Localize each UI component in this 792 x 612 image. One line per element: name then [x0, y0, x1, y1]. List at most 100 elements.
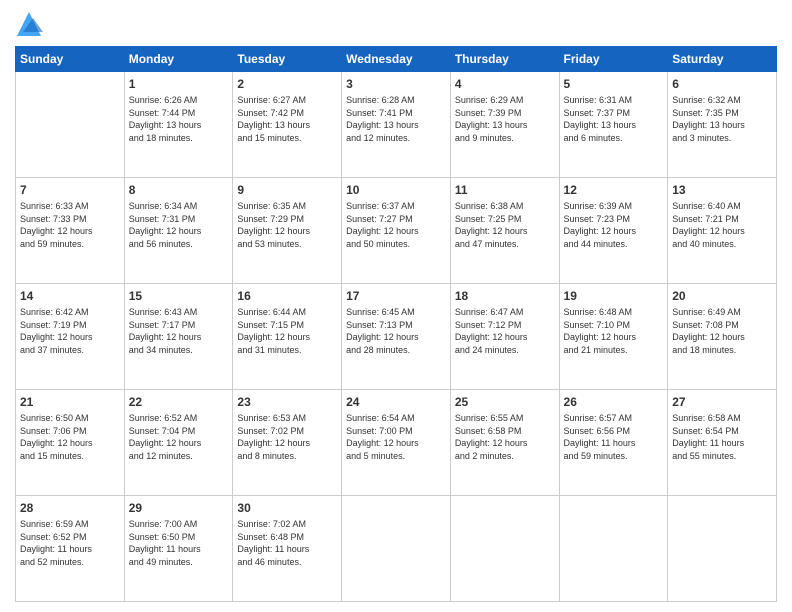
- calendar-cell: 1 Sunrise: 6:26 AMSunset: 7:44 PMDaylight…: [124, 72, 233, 178]
- cell-content: Sunrise: 6:50 AMSunset: 7:06 PMDaylight:…: [20, 412, 120, 462]
- day-number: 8: [129, 182, 229, 198]
- calendar-cell: 14 Sunrise: 6:42 AMSunset: 7:19 PMDayligh…: [16, 284, 125, 390]
- calendar-cell: 9 Sunrise: 6:35 AMSunset: 7:29 PMDaylight…: [233, 178, 342, 284]
- calendar-table: SundayMondayTuesdayWednesdayThursdayFrid…: [15, 46, 777, 602]
- calendar-cell: 28 Sunrise: 6:59 AMSunset: 6:52 PMDayligh…: [16, 496, 125, 602]
- day-number: 27: [672, 394, 772, 410]
- cell-content: Sunrise: 6:57 AMSunset: 6:56 PMDaylight:…: [564, 412, 664, 462]
- day-number: 15: [129, 288, 229, 304]
- calendar-cell: [342, 496, 451, 602]
- day-number: 14: [20, 288, 120, 304]
- calendar-cell: 27 Sunrise: 6:58 AMSunset: 6:54 PMDayligh…: [668, 390, 777, 496]
- day-number: 28: [20, 500, 120, 516]
- calendar-cell: [450, 496, 559, 602]
- cell-content: Sunrise: 6:29 AMSunset: 7:39 PMDaylight:…: [455, 94, 555, 144]
- calendar-cell: 25 Sunrise: 6:55 AMSunset: 6:58 PMDayligh…: [450, 390, 559, 496]
- day-number: 21: [20, 394, 120, 410]
- day-number: 2: [237, 76, 337, 92]
- day-number: 9: [237, 182, 337, 198]
- calendar-cell: 20 Sunrise: 6:49 AMSunset: 7:08 PMDayligh…: [668, 284, 777, 390]
- cell-content: Sunrise: 6:33 AMSunset: 7:33 PMDaylight:…: [20, 200, 120, 250]
- calendar-cell: 30Sunrise: 7:02 AMSunset: 6:48 PMDayligh…: [233, 496, 342, 602]
- header: [15, 10, 777, 38]
- cell-content: Sunrise: 6:39 AMSunset: 7:23 PMDaylight:…: [564, 200, 664, 250]
- calendar-cell: 29Sunrise: 7:00 AMSunset: 6:50 PMDayligh…: [124, 496, 233, 602]
- calendar-cell: 11 Sunrise: 6:38 AMSunset: 7:25 PMDayligh…: [450, 178, 559, 284]
- calendar-cell: 5 Sunrise: 6:31 AMSunset: 7:37 PMDaylight…: [559, 72, 668, 178]
- calendar-week-2: 7 Sunrise: 6:33 AMSunset: 7:33 PMDaylight…: [16, 178, 777, 284]
- logo: [15, 10, 47, 38]
- weekday-header-tuesday: Tuesday: [233, 47, 342, 72]
- weekday-header-friday: Friday: [559, 47, 668, 72]
- calendar-cell: 21 Sunrise: 6:50 AMSunset: 7:06 PMDayligh…: [16, 390, 125, 496]
- calendar-week-3: 14 Sunrise: 6:42 AMSunset: 7:19 PMDayligh…: [16, 284, 777, 390]
- calendar-cell: 8 Sunrise: 6:34 AMSunset: 7:31 PMDaylight…: [124, 178, 233, 284]
- day-number: 5: [564, 76, 664, 92]
- cell-content: Sunrise: 6:43 AMSunset: 7:17 PMDaylight:…: [129, 306, 229, 356]
- calendar-week-5: 28 Sunrise: 6:59 AMSunset: 6:52 PMDayligh…: [16, 496, 777, 602]
- cell-content: Sunrise: 6:26 AMSunset: 7:44 PMDaylight:…: [129, 94, 229, 144]
- calendar-week-1: 1 Sunrise: 6:26 AMSunset: 7:44 PMDaylight…: [16, 72, 777, 178]
- calendar-cell: [16, 72, 125, 178]
- weekday-header-saturday: Saturday: [668, 47, 777, 72]
- day-number: 17: [346, 288, 446, 304]
- page: SundayMondayTuesdayWednesdayThursdayFrid…: [0, 0, 792, 612]
- cell-content: Sunrise: 6:54 AMSunset: 7:00 PMDaylight:…: [346, 412, 446, 462]
- cell-content: Sunrise: 6:52 AMSunset: 7:04 PMDaylight:…: [129, 412, 229, 462]
- day-number: 12: [564, 182, 664, 198]
- day-number: 1: [129, 76, 229, 92]
- day-number: 4: [455, 76, 555, 92]
- cell-content: Sunrise: 6:34 AMSunset: 7:31 PMDaylight:…: [129, 200, 229, 250]
- cell-content: Sunrise: 6:53 AMSunset: 7:02 PMDaylight:…: [237, 412, 337, 462]
- calendar-cell: 23 Sunrise: 6:53 AMSunset: 7:02 PMDayligh…: [233, 390, 342, 496]
- cell-content: Sunrise: 6:45 AMSunset: 7:13 PMDaylight:…: [346, 306, 446, 356]
- day-number: 16: [237, 288, 337, 304]
- calendar-cell: 18 Sunrise: 6:47 AMSunset: 7:12 PMDayligh…: [450, 284, 559, 390]
- day-number: 10: [346, 182, 446, 198]
- cell-content: Sunrise: 6:35 AMSunset: 7:29 PMDaylight:…: [237, 200, 337, 250]
- cell-content: Sunrise: 6:27 AMSunset: 7:42 PMDaylight:…: [237, 94, 337, 144]
- cell-content: Sunrise: 6:59 AMSunset: 6:52 PMDaylight:…: [20, 518, 120, 568]
- cell-content: Sunrise: 6:37 AMSunset: 7:27 PMDaylight:…: [346, 200, 446, 250]
- cell-content: Sunrise: 6:31 AMSunset: 7:37 PMDaylight:…: [564, 94, 664, 144]
- day-number: 7: [20, 182, 120, 198]
- day-number: 20: [672, 288, 772, 304]
- cell-content: Sunrise: 6:28 AMSunset: 7:41 PMDaylight:…: [346, 94, 446, 144]
- calendar-cell: 24Sunrise: 6:54 AMSunset: 7:00 PMDayligh…: [342, 390, 451, 496]
- calendar-cell: [668, 496, 777, 602]
- day-number: 13: [672, 182, 772, 198]
- day-number: 18: [455, 288, 555, 304]
- day-number: 11: [455, 182, 555, 198]
- calendar-cell: 16Sunrise: 6:44 AMSunset: 7:15 PMDayligh…: [233, 284, 342, 390]
- cell-content: Sunrise: 6:47 AMSunset: 7:12 PMDaylight:…: [455, 306, 555, 356]
- cell-content: Sunrise: 6:58 AMSunset: 6:54 PMDaylight:…: [672, 412, 772, 462]
- day-number: 25: [455, 394, 555, 410]
- calendar-cell: 26Sunrise: 6:57 AMSunset: 6:56 PMDayligh…: [559, 390, 668, 496]
- day-number: 3: [346, 76, 446, 92]
- logo-icon: [15, 10, 43, 38]
- cell-content: Sunrise: 7:02 AMSunset: 6:48 PMDaylight:…: [237, 518, 337, 568]
- weekday-header-row: SundayMondayTuesdayWednesdayThursdayFrid…: [16, 47, 777, 72]
- day-number: 6: [672, 76, 772, 92]
- cell-content: Sunrise: 6:49 AMSunset: 7:08 PMDaylight:…: [672, 306, 772, 356]
- calendar-cell: 7 Sunrise: 6:33 AMSunset: 7:33 PMDaylight…: [16, 178, 125, 284]
- cell-content: Sunrise: 6:42 AMSunset: 7:19 PMDaylight:…: [20, 306, 120, 356]
- weekday-header-thursday: Thursday: [450, 47, 559, 72]
- weekday-header-monday: Monday: [124, 47, 233, 72]
- cell-content: Sunrise: 6:48 AMSunset: 7:10 PMDaylight:…: [564, 306, 664, 356]
- cell-content: Sunrise: 6:38 AMSunset: 7:25 PMDaylight:…: [455, 200, 555, 250]
- day-number: 22: [129, 394, 229, 410]
- calendar-cell: 22 Sunrise: 6:52 AMSunset: 7:04 PMDayligh…: [124, 390, 233, 496]
- calendar-cell: 3 Sunrise: 6:28 AMSunset: 7:41 PMDaylight…: [342, 72, 451, 178]
- calendar-cell: 15 Sunrise: 6:43 AMSunset: 7:17 PMDayligh…: [124, 284, 233, 390]
- calendar-cell: 4 Sunrise: 6:29 AMSunset: 7:39 PMDaylight…: [450, 72, 559, 178]
- cell-content: Sunrise: 7:00 AMSunset: 6:50 PMDaylight:…: [129, 518, 229, 568]
- calendar-cell: 13Sunrise: 6:40 AMSunset: 7:21 PMDayligh…: [668, 178, 777, 284]
- cell-content: Sunrise: 6:55 AMSunset: 6:58 PMDaylight:…: [455, 412, 555, 462]
- day-number: 23: [237, 394, 337, 410]
- calendar-cell: 6 Sunrise: 6:32 AMSunset: 7:35 PMDaylight…: [668, 72, 777, 178]
- calendar-cell: 10 Sunrise: 6:37 AMSunset: 7:27 PMDayligh…: [342, 178, 451, 284]
- calendar-cell: 2 Sunrise: 6:27 AMSunset: 7:42 PMDaylight…: [233, 72, 342, 178]
- calendar-cell: 19Sunrise: 6:48 AMSunset: 7:10 PMDayligh…: [559, 284, 668, 390]
- cell-content: Sunrise: 6:32 AMSunset: 7:35 PMDaylight:…: [672, 94, 772, 144]
